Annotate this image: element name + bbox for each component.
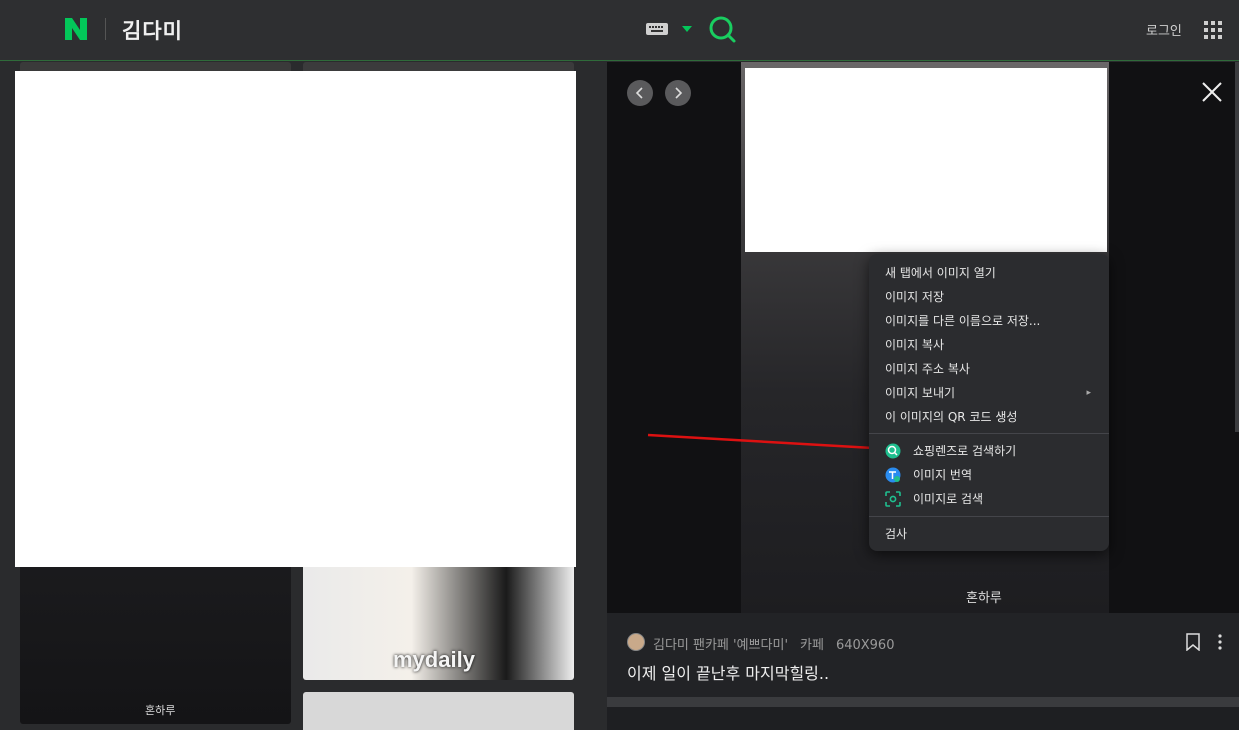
- menu-separator: [869, 433, 1109, 434]
- red-arrow-annotation: [647, 433, 883, 454]
- image-info-panel: 김다미 팬카페 '예쁘다미' 카페 640X960 이제 일이 끝난후 마지막힐링.…: [607, 613, 1239, 697]
- image-caption[interactable]: 이제 일이 끝난후 마지막힐링..: [627, 660, 829, 684]
- menu-item-send-image[interactable]: 이미지 보내기 ▸: [869, 382, 1109, 404]
- login-link[interactable]: 로그인: [1146, 20, 1182, 39]
- source-avatar: [627, 633, 645, 651]
- next-image-button[interactable]: [665, 80, 691, 106]
- image-source[interactable]: 김다미 팬카페 '예쁘다미' 카페 640X960: [653, 634, 894, 653]
- more-options-icon[interactable]: [1215, 633, 1225, 651]
- menu-item-inspect[interactable]: 검사: [869, 523, 1109, 545]
- menu-separator: [869, 516, 1109, 517]
- submenu-arrow-icon: ▸: [1086, 388, 1091, 398]
- thumbnail-watermark: 혼하루: [145, 704, 176, 717]
- menu-item-save-image[interactable]: 이미지 저장: [869, 286, 1109, 308]
- menu-item-translate-image[interactable]: 이미지 번역: [869, 464, 1109, 486]
- source-name: 김다미 팬카페 '예쁘다미': [653, 638, 789, 653]
- search-icon[interactable]: [707, 14, 737, 44]
- menu-item-qr-code[interactable]: 이 이미지의 QR 코드 생성: [869, 406, 1109, 428]
- thumbnail-watermark: mydaily: [393, 647, 475, 672]
- menu-item-label: 이미지 보내기: [885, 386, 956, 400]
- related-section: [607, 707, 1239, 730]
- image-thumbnail[interactable]: [303, 692, 574, 730]
- menu-item-label: 이미지 번역: [913, 468, 973, 482]
- bookmark-icon[interactable]: [1185, 633, 1201, 651]
- source-type: 카페: [800, 638, 824, 653]
- shopping-lens-icon: [885, 443, 901, 459]
- image-placeholder: [745, 68, 1107, 252]
- menu-item-copy-image-address[interactable]: 이미지 주소 복사: [869, 358, 1109, 380]
- section-divider: [607, 697, 1239, 707]
- translate-icon: [885, 467, 901, 483]
- apps-grid-icon[interactable]: [1203, 20, 1223, 40]
- top-bar: 김다미 로그인: [0, 0, 1239, 61]
- search-query[interactable]: 김다미: [122, 15, 183, 45]
- image-watermark: 혼하루: [966, 591, 1002, 606]
- menu-item-open-image-new-tab[interactable]: 새 탭에서 이미지 열기: [869, 262, 1109, 284]
- naver-logo[interactable]: [62, 15, 90, 43]
- chevron-right-icon: [675, 87, 683, 99]
- menu-item-label: 쇼핑렌즈로 검색하기: [913, 444, 1017, 458]
- scrollbar[interactable]: [1235, 62, 1239, 432]
- close-icon[interactable]: [1201, 81, 1223, 103]
- image-placeholder: [15, 71, 576, 567]
- menu-item-shopping-lens[interactable]: 쇼핑렌즈로 검색하기: [869, 440, 1109, 462]
- logo-divider: [105, 18, 106, 40]
- keyboard-dropdown-icon[interactable]: [680, 24, 694, 34]
- menu-item-save-image-as[interactable]: 이미지를 다른 이름으로 저장...: [869, 310, 1109, 332]
- keyboard-icon[interactable]: [645, 20, 669, 38]
- lens-search-icon: [885, 491, 901, 507]
- menu-item-search-by-image[interactable]: 이미지로 검색: [869, 488, 1109, 510]
- context-menu: 새 탭에서 이미지 열기 이미지 저장 이미지를 다른 이름으로 저장... 이…: [869, 254, 1109, 551]
- image-dimensions: 640X960: [835, 638, 895, 653]
- chevron-left-icon: [635, 87, 643, 99]
- prev-image-button[interactable]: [627, 80, 653, 106]
- menu-item-copy-image[interactable]: 이미지 복사: [869, 334, 1109, 356]
- thumbnail-photo: mydaily: [303, 567, 574, 680]
- menu-item-label: 이미지로 검색: [913, 492, 984, 506]
